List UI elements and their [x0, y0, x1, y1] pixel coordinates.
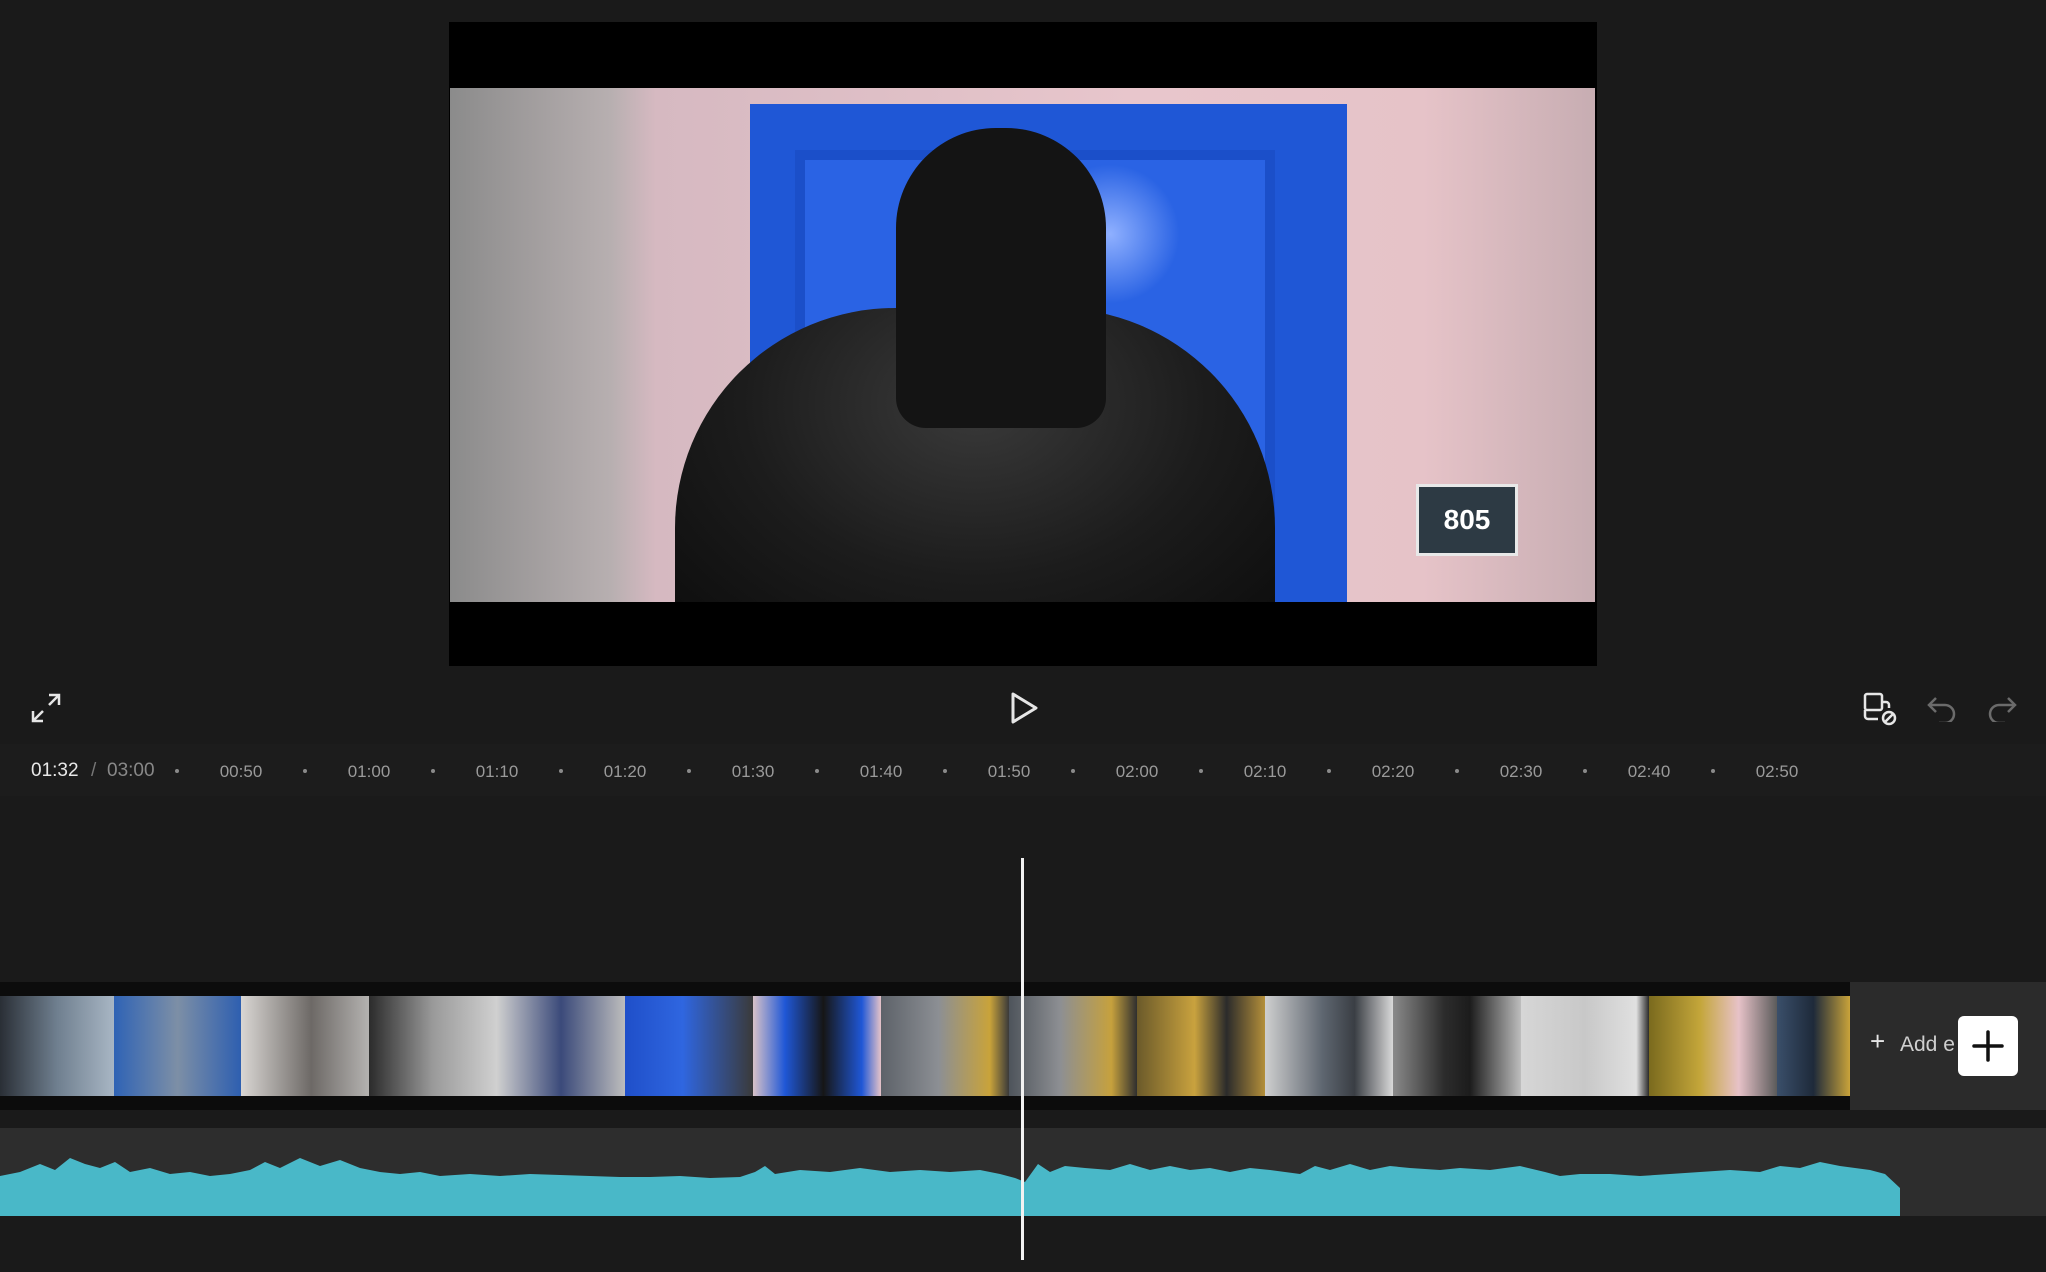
clip-thumbnail[interactable]: [1649, 996, 1777, 1096]
clip-thumbnail[interactable]: [1393, 996, 1521, 1096]
add-label: Add e: [1900, 1033, 1955, 1056]
tick-dot: [1327, 769, 1331, 773]
tick-dot: [431, 769, 435, 773]
tick-label: 01:50: [987, 762, 1031, 781]
tick-label: 01:40: [859, 762, 903, 781]
tick-label: 01:10: [475, 762, 519, 781]
tick-label: 00:50: [219, 762, 263, 781]
tick-label: 02:00: [1115, 762, 1159, 781]
time-separator: /: [91, 760, 97, 781]
tick-dot: [815, 769, 819, 773]
plus-small-icon: +: [1870, 1026, 1886, 1056]
clip-thumbnail[interactable]: [369, 996, 497, 1096]
clip-thumbnail[interactable]: [625, 996, 753, 1096]
tick-dot: [1071, 769, 1075, 773]
clip-thumbnail[interactable]: [1009, 996, 1137, 1096]
play-button[interactable]: [1002, 688, 1046, 728]
clip-thumbnail[interactable]: [1777, 996, 1850, 1096]
clip-thumbnail[interactable]: [0, 996, 114, 1096]
tick-dot: [1199, 769, 1203, 773]
clip-thumbnail[interactable]: [497, 996, 625, 1096]
video-preview: 805: [449, 22, 1597, 666]
undo-icon[interactable]: [1922, 688, 1962, 728]
tick-label: 02:30: [1499, 762, 1543, 781]
clip-thumbnail[interactable]: [114, 996, 241, 1096]
tick-label: 02:40: [1627, 762, 1671, 781]
tick-dot: [1583, 769, 1587, 773]
clip-thumbnail[interactable]: [881, 996, 1009, 1096]
video-track[interactable]: [0, 982, 1850, 1110]
tick-dot: [303, 769, 307, 773]
clip-thumbnail[interactable]: [1521, 996, 1649, 1096]
tick-dot: [559, 769, 563, 773]
clip-thumbnail[interactable]: [241, 996, 369, 1096]
tick-label: 02:50: [1755, 762, 1799, 781]
playhead[interactable]: [1021, 858, 1024, 1260]
person-hood: [896, 128, 1106, 428]
tick-label: 01:20: [603, 762, 647, 781]
video-frame: 805: [450, 88, 1595, 602]
tick-dot: [1455, 769, 1459, 773]
clip-thumbnail[interactable]: [1265, 996, 1393, 1096]
clip-thumbnail[interactable]: [753, 996, 881, 1096]
tick-label: 02:10: [1243, 762, 1287, 781]
tick-dot: [687, 769, 691, 773]
add-clip-button[interactable]: [1958, 1016, 2018, 1076]
tick-dot: [175, 769, 179, 773]
door-number-plate: 805: [1416, 484, 1518, 556]
redo-icon[interactable]: [1982, 688, 2022, 728]
current-time: 01:32: [31, 760, 79, 781]
clip-thumbnail[interactable]: [1137, 996, 1265, 1096]
tick-label: 01:30: [731, 762, 775, 781]
tick-dot: [1711, 769, 1715, 773]
tick-label: 01:00: [347, 762, 391, 781]
clip-link-icon[interactable]: [1860, 688, 1900, 728]
tick-label: 02:20: [1371, 762, 1415, 781]
tick-dot: [943, 769, 947, 773]
total-time: 03:00: [107, 760, 155, 781]
expand-icon[interactable]: [26, 688, 66, 728]
